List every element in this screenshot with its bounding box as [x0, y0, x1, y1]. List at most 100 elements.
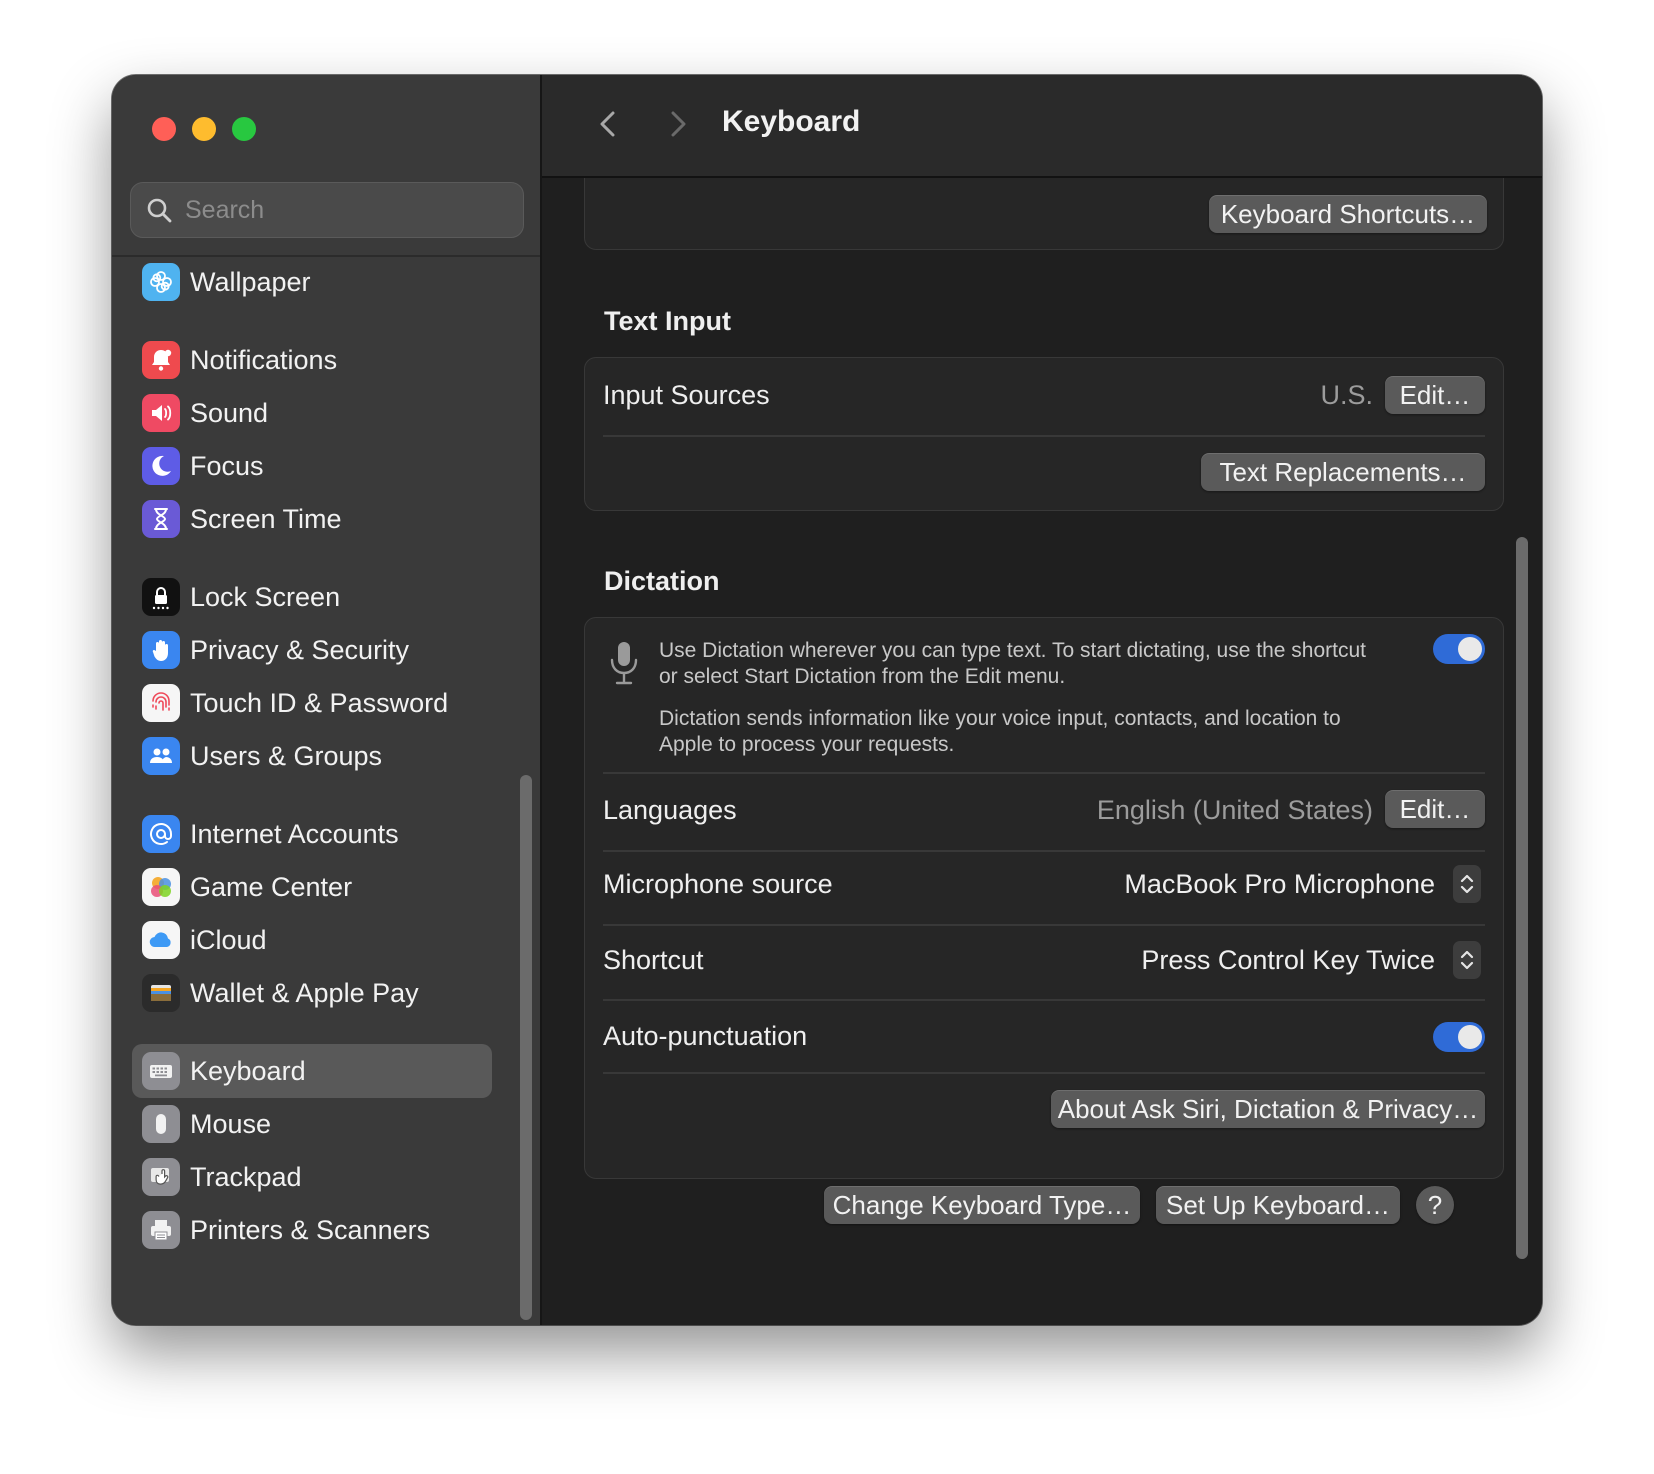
languages-value: English (United States) — [1096, 795, 1373, 825]
dictation-toggle[interactable] — [1433, 634, 1485, 664]
sidebar-item-icloud[interactable]: iCloud — [132, 913, 492, 967]
change-keyboard-type-button[interactable]: Change Keyboard Type… — [824, 1186, 1140, 1224]
text-input-card: Input Sources U.S. Edit… Text Replacemen… — [584, 357, 1504, 511]
row-divider — [603, 772, 1485, 774]
hand-icon — [142, 631, 180, 669]
printer-icon — [142, 1211, 180, 1249]
auto-punctuation-toggle[interactable] — [1433, 1022, 1485, 1052]
forward-chevron-icon[interactable] — [660, 107, 694, 141]
sidebar: Wallpaper Notifications Sound Focus — [112, 75, 542, 1325]
text-input-heading: Text Input — [604, 306, 731, 336]
sidebar-item-label: iCloud — [190, 925, 267, 955]
row-divider — [603, 850, 1485, 852]
row-divider — [603, 1072, 1485, 1074]
sidebar-item-label: Touch ID & Password — [190, 688, 449, 718]
sidebar-item-label: Lock Screen — [190, 582, 341, 612]
game-center-icon — [142, 868, 180, 906]
up-down-chevron-icon — [1460, 950, 1474, 970]
sidebar-item-lock-screen[interactable]: Lock Screen — [132, 570, 492, 624]
sidebar-item-notifications[interactable]: Notifications — [132, 333, 492, 387]
sidebar-item-label: Internet Accounts — [190, 819, 399, 849]
cloud-icon — [142, 921, 180, 959]
sidebar-item-label: Screen Time — [190, 504, 342, 534]
keyboard-shortcuts-button[interactable]: Keyboard Shortcuts… — [1209, 195, 1487, 233]
speaker-icon — [142, 394, 180, 432]
sidebar-item-label: Privacy & Security — [190, 635, 410, 665]
search-field[interactable] — [130, 182, 524, 238]
languages-edit-button[interactable]: Edit… — [1385, 790, 1485, 828]
sidebar-item-label: Sound — [190, 398, 269, 428]
at-icon — [142, 815, 180, 853]
bell-icon — [142, 341, 180, 379]
sidebar-item-label: Wallpaper — [190, 267, 311, 297]
maximize-window-button[interactable] — [232, 117, 256, 141]
input-sources-label: Input Sources — [603, 380, 770, 410]
sidebar-item-privacy-security[interactable]: Privacy & Security — [132, 623, 492, 677]
sidebar-item-label: Users & Groups — [190, 741, 383, 771]
sidebar-item-screen-time[interactable]: Screen Time — [132, 492, 492, 546]
fingerprint-icon — [142, 684, 180, 722]
sidebar-item-wallet[interactable]: Wallet & Apple Pay — [132, 966, 492, 1020]
input-sources-value: U.S. — [1320, 380, 1373, 410]
close-window-button[interactable] — [152, 117, 176, 141]
users-icon — [142, 737, 180, 775]
dictation-card: Use Dictation wherever you can type text… — [584, 617, 1504, 1179]
sidebar-scrollbar[interactable] — [520, 775, 532, 1320]
microphone-icon — [610, 642, 638, 685]
sidebar-item-label: Focus — [190, 451, 264, 481]
dictation-description: Use Dictation wherever you can type text… — [659, 639, 1366, 688]
row-divider — [603, 435, 1485, 437]
about-siri-dictation-privacy-button[interactable]: About Ask Siri, Dictation & Privacy… — [1051, 1090, 1485, 1128]
search-input[interactable] — [183, 183, 507, 238]
lock-icon — [142, 578, 180, 616]
toolbar: Keyboard — [542, 75, 1542, 178]
row-divider — [603, 924, 1485, 926]
mouse-icon — [142, 1105, 180, 1143]
sidebar-item-label: Printers & Scanners — [190, 1215, 431, 1245]
sidebar-item-label: Game Center — [190, 872, 353, 902]
sidebar-item-sound[interactable]: Sound — [132, 386, 492, 440]
sidebar-item-label: Mouse — [190, 1109, 272, 1139]
minimize-window-button[interactable] — [192, 117, 216, 141]
languages-label: Languages — [603, 795, 737, 825]
shortcut-stepper[interactable] — [1453, 941, 1481, 979]
trackpad-icon — [142, 1158, 180, 1196]
back-chevron-icon[interactable] — [592, 107, 626, 141]
content-scrollbar[interactable] — [1516, 537, 1528, 1259]
sidebar-item-keyboard[interactable]: Keyboard — [132, 1044, 492, 1098]
wallpaper-icon — [142, 263, 180, 301]
text-replacements-button[interactable]: Text Replacements… — [1201, 453, 1485, 491]
hourglass-icon — [142, 500, 180, 538]
sidebar-item-mouse[interactable]: Mouse — [132, 1097, 492, 1151]
dictation-privacy-note: Dictation sends information like your vo… — [659, 707, 1341, 756]
microphone-stepper[interactable] — [1453, 865, 1481, 903]
wallet-icon — [142, 974, 180, 1012]
dictation-heading: Dictation — [604, 566, 720, 596]
help-button[interactable]: ? — [1416, 1186, 1454, 1224]
row-divider — [603, 999, 1485, 1001]
shortcut-popup[interactable]: Press Control Key Twice — [1141, 945, 1435, 976]
sidebar-item-users-groups[interactable]: Users & Groups — [132, 729, 492, 783]
set-up-keyboard-button[interactable]: Set Up Keyboard… — [1156, 1186, 1400, 1224]
auto-punctuation-label: Auto-punctuation — [603, 1021, 808, 1051]
sidebar-item-wallpaper[interactable]: Wallpaper — [132, 255, 492, 309]
sidebar-item-touch-id[interactable]: Touch ID & Password — [132, 676, 492, 730]
sidebar-item-label: Wallet & Apple Pay — [190, 978, 419, 1008]
shortcut-label: Shortcut — [603, 945, 704, 975]
toggle-knob — [1458, 1025, 1482, 1049]
main-pane: Keyboard Keyboard Shortcuts… Text Input … — [542, 75, 1542, 1325]
sidebar-item-game-center[interactable]: Game Center — [132, 860, 492, 914]
toggle-knob — [1458, 637, 1482, 661]
sidebar-item-trackpad[interactable]: Trackpad — [132, 1150, 492, 1204]
keyboard-card: Keyboard Shortcuts… — [584, 178, 1504, 250]
microphone-source-popup[interactable]: MacBook Pro Microphone — [1124, 869, 1435, 900]
settings-content: Keyboard Shortcuts… Text Input Input Sou… — [542, 178, 1542, 1325]
search-icon — [147, 198, 172, 223]
sidebar-item-internet-accounts[interactable]: Internet Accounts — [132, 807, 492, 861]
microphone-source-label: Microphone source — [603, 869, 833, 899]
input-sources-edit-button[interactable]: Edit… — [1385, 376, 1485, 414]
sidebar-item-focus[interactable]: Focus — [132, 439, 492, 493]
page-title: Keyboard — [722, 105, 861, 138]
sidebar-item-label: Keyboard — [190, 1056, 306, 1086]
sidebar-item-printers[interactable]: Printers & Scanners — [132, 1203, 492, 1257]
